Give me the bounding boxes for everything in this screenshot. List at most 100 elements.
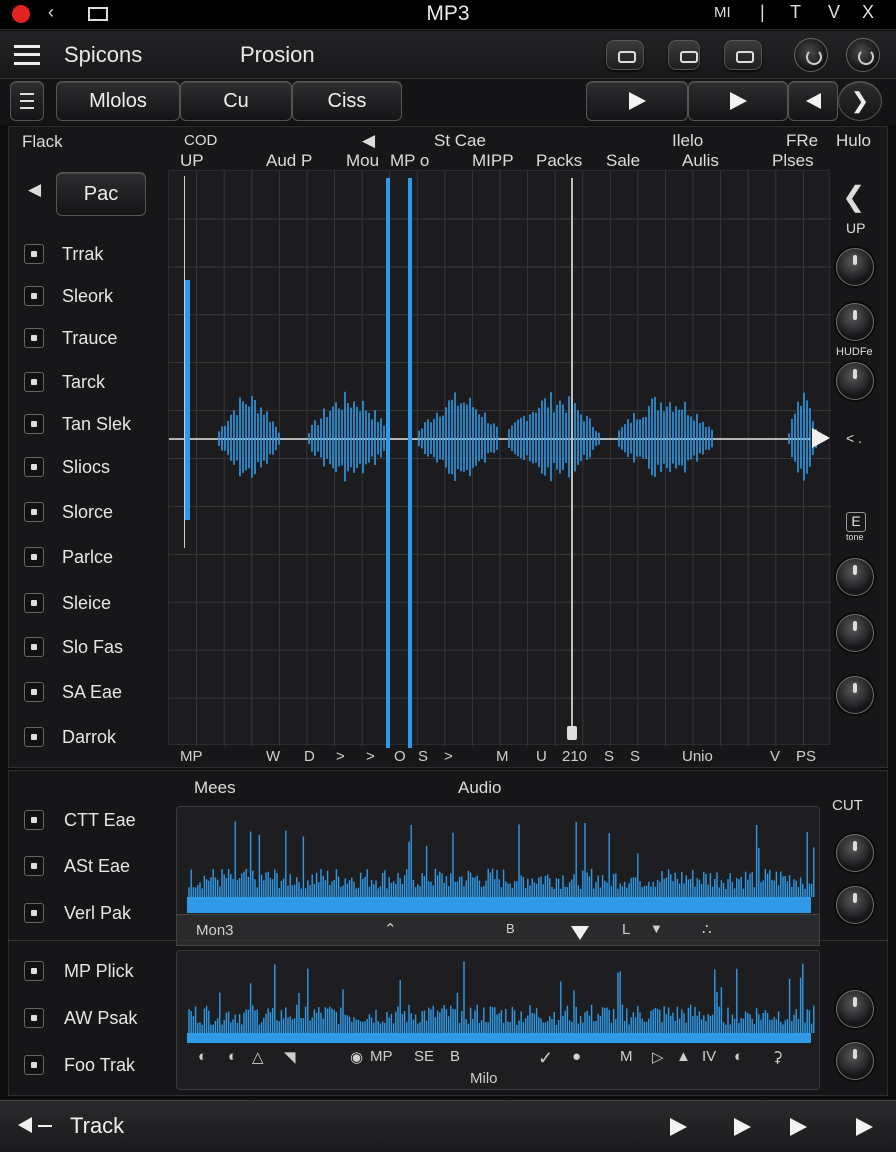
mlolos-button[interactable]: Mlolos [56,81,180,121]
track-toggle[interactable] [24,328,44,348]
knob-5[interactable] [836,614,874,652]
play-marker-icon[interactable] [812,428,830,448]
cu-button[interactable]: Cu [180,81,292,121]
menu-spicons[interactable]: Spicons [64,42,142,68]
strip-a-dots-icon[interactable]: ∴ [702,920,712,938]
lower-knob-1[interactable] [836,834,874,872]
track-row[interactable]: Tan Slek [24,410,131,438]
lower-track-toggle[interactable] [24,1055,44,1075]
bottom-play-icon-4[interactable] [856,1118,873,1136]
strip-b-circle-icon-1[interactable]: ◐ [198,1048,207,1065]
lower-track-row[interactable]: Verl Pak [24,899,131,927]
rounded-button-3[interactable] [724,40,762,70]
strip-a-down-icon[interactable]: ▼ [650,921,663,936]
track-toggle[interactable] [24,547,44,567]
strip-b-play-icon[interactable]: ▷ [652,1048,664,1066]
e-box[interactable]: E [846,512,866,532]
t-icon[interactable]: T [790,2,801,23]
knob-1[interactable] [836,248,874,286]
lower-knob-2[interactable] [836,886,874,924]
track-toggle[interactable] [24,414,44,434]
track-row[interactable]: SA Eae [24,678,122,706]
track-toggle[interactable] [24,593,44,613]
rounded-button-2[interactable] [668,40,700,70]
bottom-back-icon[interactable] [18,1117,32,1133]
strip-a-marker-icon[interactable] [571,926,589,940]
lower-knob-4[interactable] [836,1042,874,1080]
strip-b-mic-icon[interactable]: ⚳ [772,1048,783,1066]
menu-prosion[interactable]: Prosion [240,42,315,68]
track-toggle[interactable] [24,244,44,264]
strip-b-circle-icon-2[interactable]: ◐ [228,1048,237,1065]
lower-track-toggle[interactable] [24,961,44,981]
track-toggle[interactable] [24,502,44,522]
power-knob-1[interactable] [794,38,828,72]
track-row[interactable]: Slo Fas [24,633,123,661]
track-row[interactable]: Tarck [24,368,105,396]
pac-button[interactable]: Pac [56,172,146,216]
knob-4[interactable] [836,558,874,596]
power-knob-2[interactable] [846,38,880,72]
minimize-icon[interactable]: V [828,2,840,23]
track-row[interactable]: Sleork [24,282,113,310]
play-button-2[interactable] [688,81,788,121]
lower-track-toggle[interactable] [24,903,44,923]
waveform-box-b[interactable] [176,950,820,1090]
bottom-play-icon-2[interactable] [734,1118,751,1136]
lower-track-row[interactable]: CTT Eae [24,806,136,834]
strip-b-triangle-icon[interactable]: △ [252,1048,264,1066]
track-row[interactable]: Slorce [24,498,113,526]
track-toggle[interactable] [24,372,44,392]
knob-3[interactable] [836,362,874,400]
lower-track-row[interactable]: Foo Trak [24,1051,135,1079]
strip-b-up-icon[interactable]: ▲ [676,1048,691,1065]
lower-track-row[interactable]: ASt Eae [24,852,130,880]
strip-b-circle-icon-3[interactable]: ◐ [734,1048,743,1065]
mi-label[interactable]: MI [714,4,731,21]
next-button[interactable]: ❯ [838,81,882,121]
waveform-grid[interactable] [168,170,831,746]
lower-track-toggle[interactable] [24,1008,44,1028]
track-row[interactable]: Sleice [24,589,111,617]
cursor-line[interactable] [571,178,573,738]
cursor-handle[interactable] [567,726,577,740]
strip-a-up-icon[interactable]: ⌃ [384,920,397,938]
track-toggle[interactable] [24,637,44,657]
track-row[interactable]: Trrak [24,240,103,268]
lower-track-toggle[interactable] [24,856,44,876]
strip-b-dot2-icon[interactable]: ● [572,1048,581,1065]
lower-track-toggle[interactable] [24,810,44,830]
play-button-1[interactable] [586,81,688,121]
track-toggle[interactable] [24,457,44,477]
ciss-button[interactable]: Ciss [292,81,402,121]
lower-knob-3[interactable] [836,990,874,1028]
strip-b-check-icon[interactable]: ✓ [538,1048,553,1069]
waveform-box-a[interactable] [176,806,820,916]
knob-2[interactable] [836,303,874,341]
right-chevron-icon[interactable]: ❮ [842,180,865,213]
left-arrow-icon[interactable]: ◀ [362,131,375,151]
track-row[interactable]: Trauce [24,324,117,352]
track-toggle[interactable] [24,682,44,702]
lower-track-row[interactable]: AW Psak [24,1004,137,1032]
playhead-blue-1[interactable] [386,178,390,748]
playhead-blue-2[interactable] [408,178,412,748]
close-icon[interactable]: X [862,2,874,23]
collapse-left-icon[interactable]: ◀ [28,180,41,200]
knob-6[interactable] [836,676,874,714]
strip-b-dot-icon[interactable]: ◉ [350,1048,363,1066]
hamburger-icon[interactable] [14,45,40,65]
track-row[interactable]: Sliocs [24,453,110,481]
track-row[interactable]: Parlce [24,543,113,571]
bottom-play-icon-1[interactable] [670,1118,687,1136]
rewind-button[interactable] [788,81,838,121]
list-icon-button[interactable] [10,81,44,121]
track-row[interactable]: Darrok [24,723,116,751]
track-toggle[interactable] [24,727,44,747]
rounded-button-1[interactable] [606,40,644,70]
lower-track-row[interactable]: MP Plick [24,957,134,985]
small-back-icon[interactable]: < . [846,430,862,446]
bottom-play-icon-3[interactable] [790,1118,807,1136]
strip-b-fx-icon[interactable]: ◥ [284,1048,296,1066]
track-toggle[interactable] [24,286,44,306]
